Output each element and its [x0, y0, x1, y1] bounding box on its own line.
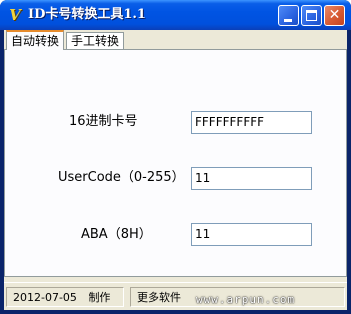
minimize-icon: [284, 19, 292, 22]
tab-panel: 16进制卡号 FFFFFFFFFF UserCode（0-255） 11 ABA…: [4, 49, 347, 277]
close-button[interactable]: ✕: [324, 5, 345, 26]
maximize-icon: [306, 10, 317, 21]
hex-card-input[interactable]: FFFFFFFFFF: [191, 111, 312, 134]
hex-card-label: 16进制卡号: [69, 114, 138, 129]
status-date: 2012-07-05: [13, 291, 77, 304]
title-bar[interactable]: V ID卡号转换工具1.1 ✕: [0, 0, 351, 30]
close-icon: ✕: [328, 7, 341, 23]
app-window: V ID卡号转换工具1.1 ✕ 自动转换 手工转换 16进制卡号 FFFFFFF…: [0, 0, 351, 314]
status-bar: 2012-07-05 制作 更多软件: [4, 282, 347, 310]
usercode-label: UserCode（0-255）: [58, 170, 185, 185]
window-title: ID卡号转换工具1.1: [28, 7, 146, 22]
aba-input[interactable]: 11: [191, 223, 312, 246]
more-software-link[interactable]: 更多软件: [137, 291, 181, 304]
maximize-button[interactable]: [301, 5, 322, 26]
tab-manual-convert[interactable]: 手工转换: [66, 32, 125, 49]
status-made-label: 制作: [88, 291, 111, 304]
minimize-button[interactable]: [278, 5, 299, 26]
watermark-text: www.arpun.com: [196, 293, 296, 306]
usercode-input[interactable]: 11: [191, 167, 312, 190]
aba-label: ABA（8H）: [81, 227, 152, 242]
status-date-pane: 2012-07-05 制作: [6, 287, 124, 307]
tab-auto-convert[interactable]: 自动转换: [6, 30, 65, 50]
app-v-logo-icon[interactable]: V: [6, 6, 24, 24]
client-area: 自动转换 手工转换 16进制卡号 FFFFFFFFFF UserCode（0-2…: [4, 30, 347, 310]
